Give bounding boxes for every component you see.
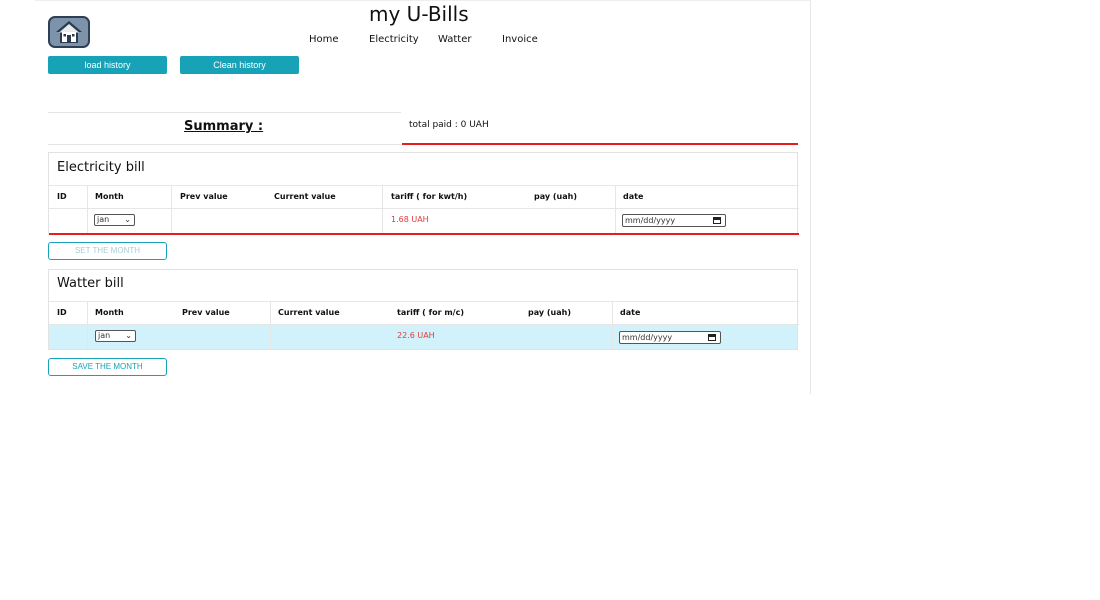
save-month-button[interactable]: SAVE THE MONTH [48, 358, 167, 376]
col-current-value: Current value [278, 308, 340, 317]
col-date: date [620, 308, 641, 317]
col-prev-value: Prev value [182, 308, 230, 317]
month-select[interactable]: jan ⌄ [94, 214, 135, 226]
tariff-value: 1.68 UAH [391, 215, 429, 224]
date-placeholder: mm/dd/yyyy [625, 216, 676, 225]
nav-invoice[interactable]: Invoice [502, 34, 538, 45]
electricity-bill-card: Electricity bill ID Month Prev value Cur… [48, 152, 799, 235]
col-divider [171, 185, 172, 233]
home-icon[interactable] [48, 16, 90, 48]
col-pay: pay (uah) [528, 308, 571, 317]
clean-history-button[interactable]: Clean history [180, 56, 299, 74]
col-divider [87, 301, 88, 349]
col-month: Month [95, 192, 124, 201]
col-id: ID [57, 308, 67, 317]
summary-underline [402, 143, 798, 145]
nav-home[interactable]: Home [309, 34, 339, 45]
app-title: my U-Bills [369, 2, 469, 26]
chevron-down-icon: ⌄ [125, 331, 132, 340]
water-bill-card: Watter bill ID Month Prev value Current … [48, 269, 799, 350]
water-bill-title: Watter bill [57, 276, 124, 291]
col-divider [382, 185, 383, 233]
date-input[interactable]: mm/dd/yyyy [622, 214, 726, 227]
date-input[interactable]: mm/dd/yyyy [619, 331, 721, 344]
col-divider [615, 185, 616, 233]
summary-title: Summary : [184, 119, 264, 134]
tariff-value: 22.6 UAH [397, 331, 435, 340]
header-divider [49, 301, 799, 302]
house-icon [56, 21, 82, 43]
row-underline [49, 233, 799, 235]
col-month: Month [95, 308, 124, 317]
col-tariff: tariff ( for kwt/h) [391, 192, 468, 201]
total-paid-text: total paid : 0 UAH [409, 120, 489, 130]
month-select-value: jan [98, 331, 111, 340]
col-divider [612, 301, 613, 349]
app-container: my U-Bills Home Electricity Watter Invoi… [35, 0, 811, 394]
header-divider [49, 324, 799, 325]
header-divider [49, 208, 799, 209]
electricity-bill-title: Electricity bill [57, 160, 145, 175]
col-pay: pay (uah) [534, 192, 577, 201]
load-history-button[interactable]: load history [48, 56, 167, 74]
col-date: date [623, 192, 644, 201]
nav-electricity[interactable]: Electricity [369, 34, 419, 45]
col-divider [87, 185, 88, 233]
col-current-value: Current value [274, 192, 336, 201]
calendar-icon[interactable] [708, 334, 716, 341]
col-divider [270, 301, 271, 349]
calendar-icon[interactable] [713, 217, 721, 224]
header-divider [49, 185, 799, 186]
set-month-button[interactable]: SET THE MONTH [48, 242, 167, 260]
month-select[interactable]: jan ⌄ [95, 330, 136, 342]
month-select-value: jan [97, 215, 110, 224]
col-id: ID [57, 192, 67, 201]
col-prev-value: Prev value [180, 192, 228, 201]
date-placeholder: mm/dd/yyyy [622, 333, 673, 342]
nav-watter[interactable]: Watter [438, 34, 471, 45]
col-tariff: tariff ( for m/c) [397, 308, 464, 317]
chevron-down-icon: ⌄ [124, 215, 131, 224]
